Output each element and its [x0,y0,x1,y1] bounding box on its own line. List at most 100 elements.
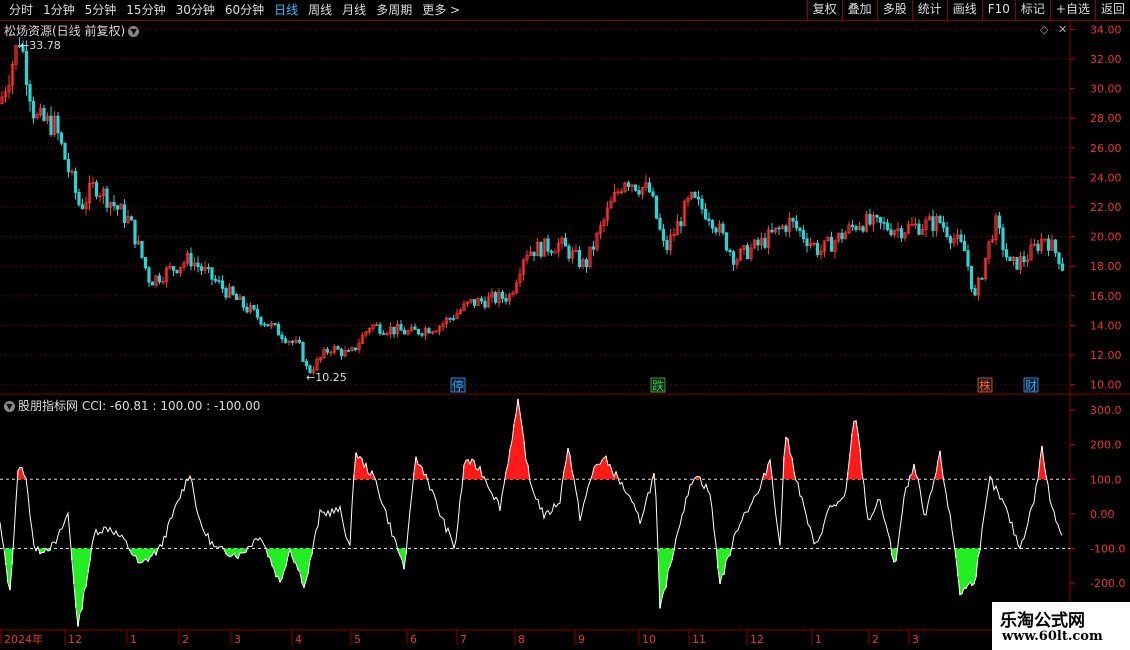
candle-down [224,288,228,298]
candle-down [150,281,155,286]
candle-down [420,333,424,336]
candle-down [1036,243,1040,251]
candle-down [878,216,883,223]
candle-down [710,220,715,229]
candle-down [196,262,200,267]
candle-down [94,182,99,197]
candle-down [948,236,953,244]
candle-down [448,318,452,320]
price-tick-label: 34.00 [1090,23,1122,36]
candle-down [654,195,659,219]
candle-down [633,184,638,191]
candle-down [840,232,844,240]
x-axis-label: 2 [182,633,189,646]
candle-down [889,229,893,236]
candle-down [31,100,36,119]
candle-down [472,299,477,306]
candle-down [665,240,669,251]
candle-down [1022,256,1026,263]
candle-down [500,291,505,299]
candle-down [651,191,655,197]
low-price-label: ←10.25 [306,371,347,384]
candle-down [259,316,263,325]
candle-down [301,341,305,362]
candle-down [245,306,249,313]
candle-down [714,227,718,233]
candle-down [882,221,886,224]
candle-down [661,228,666,241]
x-axis-label: 1 [815,633,822,646]
candle-down [784,225,788,232]
candle-down [1008,256,1012,262]
candle-down [931,216,935,231]
candle-down [80,204,85,209]
candle-down [980,278,984,280]
candle-down [577,250,582,267]
cci-tick-label: 100.0 [1090,473,1122,486]
price-tick-label: 28.00 [1090,112,1122,125]
candle-down [728,249,732,253]
candle-down [346,350,351,352]
candle-down [941,222,946,228]
candle-down [1046,238,1051,251]
candle-down [77,192,81,206]
cci-tick-label: 300.0 [1090,404,1122,417]
x-axis-label: 10 [642,633,656,646]
x-axis-label: 3 [234,633,241,646]
candle-down [962,241,967,252]
candle-down [703,208,708,220]
candle-down [584,259,589,268]
candle-down [745,245,750,260]
x-axis-label: 7 [460,633,467,646]
candle-down [1004,249,1009,258]
candle-down [199,266,204,271]
candle-down [325,349,330,353]
candle-down [105,188,109,208]
candle-down [24,50,29,85]
candle-down [696,196,701,200]
x-axis-label: 2024年 [4,632,43,646]
candle-down [885,222,890,231]
candle-down [143,257,148,269]
candle-down [416,328,421,335]
x-axis-label: 9 [578,633,585,646]
candle-down [273,323,277,325]
price-tick-label: 16.00 [1090,290,1122,303]
candle-down [147,267,151,283]
candle-down [567,245,571,259]
candle-down [189,253,193,267]
candle-down [479,298,484,302]
candle-down [115,205,120,210]
candle-down [297,339,302,343]
candle-down [122,204,127,223]
candle-down [210,267,214,280]
candle-down [234,294,239,301]
candle-down [721,223,725,234]
candle-down [140,240,144,258]
chart-canvas[interactable]: 34.0032.0030.0028.0026.0024.0022.0020.00… [0,0,1130,650]
cci-tick-label: -100.0 [1090,542,1125,555]
candle-down [777,227,781,230]
candle-down [451,318,456,320]
price-tick-label: 24.00 [1090,171,1122,184]
candle-down [339,348,344,357]
price-tick-label: 18.00 [1090,260,1122,273]
candle-down [378,324,382,334]
candle-down [171,266,176,271]
candle-down [539,242,543,257]
candle-down [724,232,729,251]
candle-down [175,269,179,274]
x-axis-label: 4 [295,633,302,646]
candle-down [59,132,64,144]
candle-down [1057,252,1061,265]
candle-down [756,239,760,246]
candle-down [413,326,417,330]
event-marker-2: 株 [979,378,991,393]
candle-down [546,238,550,252]
candle-down [220,280,225,289]
candle-down [763,237,767,248]
x-axis-label: 5 [354,633,361,646]
candle-down [563,237,568,247]
candle-down [49,115,53,135]
candle-down [381,333,386,335]
